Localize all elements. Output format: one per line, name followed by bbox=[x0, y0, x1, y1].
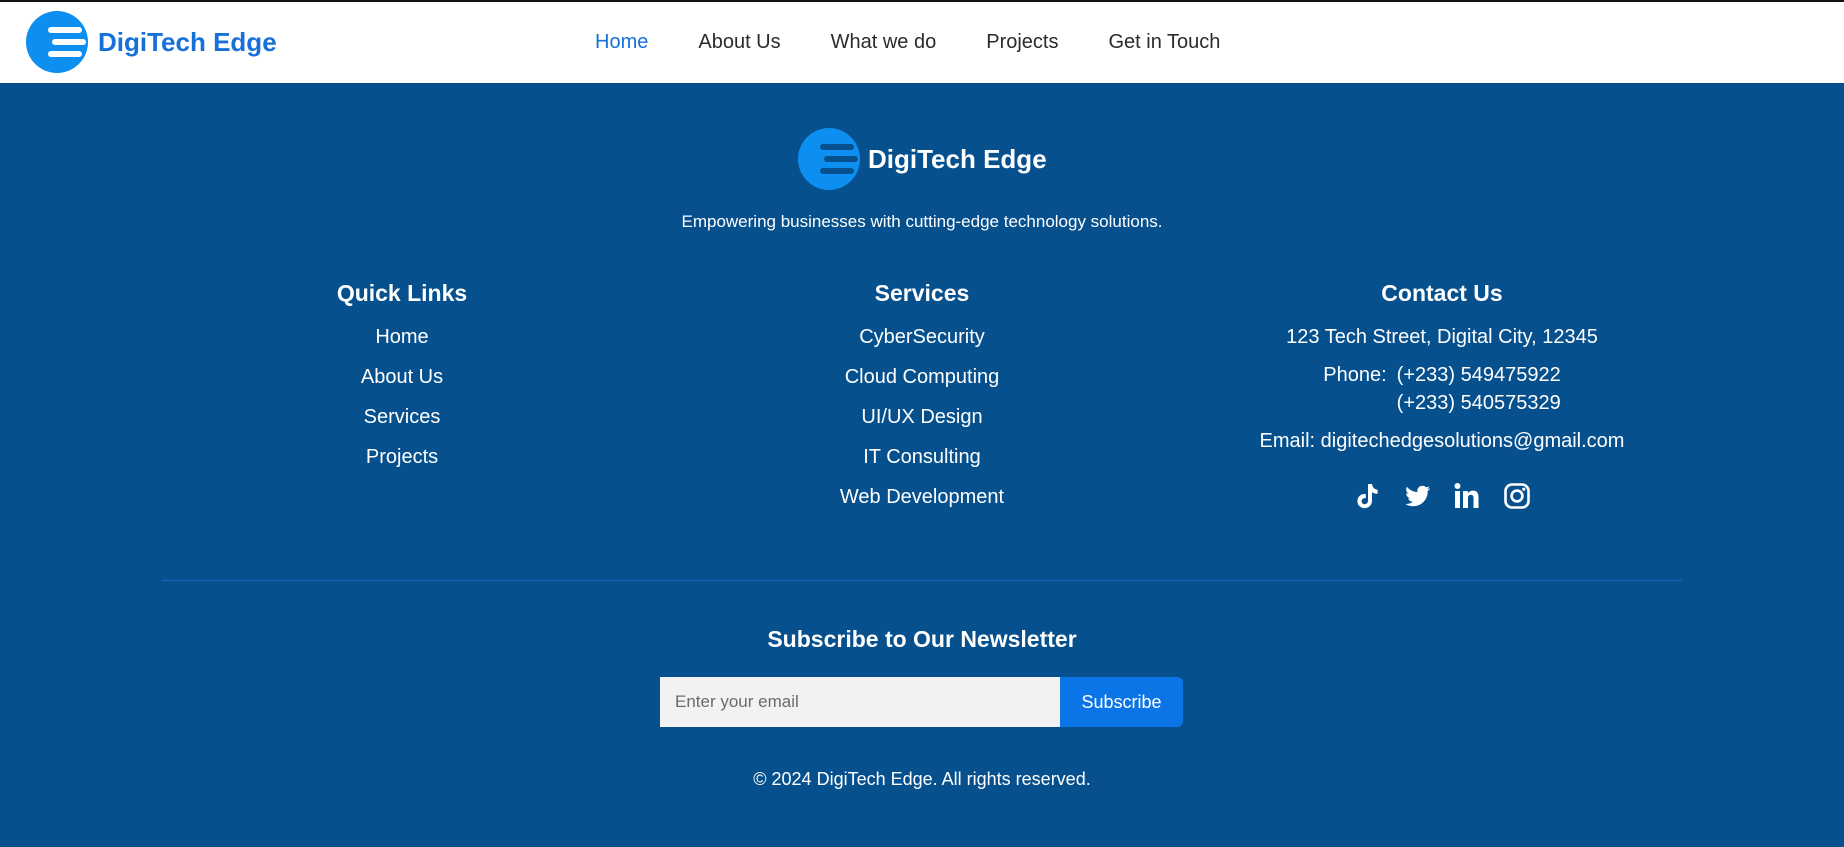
service-cybersecurity[interactable]: CyberSecurity bbox=[712, 325, 1132, 349]
footer-link-about-us[interactable]: About Us bbox=[192, 365, 612, 389]
footer: DigiTech Edge Empowering businesses with… bbox=[0, 83, 1844, 847]
newsletter-form: Subscribe bbox=[660, 677, 1183, 727]
twitter-icon bbox=[1405, 485, 1431, 507]
linkedin-link[interactable] bbox=[1452, 481, 1482, 511]
copyright: © 2024 DigiTech Edge. All rights reserve… bbox=[753, 769, 1091, 789]
linkedin-icon bbox=[1454, 483, 1479, 508]
service-it-consulting[interactable]: IT Consulting bbox=[712, 445, 1132, 469]
twitter-link[interactable] bbox=[1402, 481, 1432, 511]
footer-link-services[interactable]: Services bbox=[192, 405, 612, 429]
social-links bbox=[1232, 481, 1652, 511]
nav-get-in-touch[interactable]: Get in Touch bbox=[1108, 31, 1220, 54]
phone-numbers: (+233) 549475922 (+233) 540575329 bbox=[1397, 363, 1561, 415]
nav-projects[interactable]: Projects bbox=[986, 31, 1058, 54]
quick-links-column: Quick Links Home About Us Services Proje… bbox=[192, 279, 612, 485]
phone-label: Phone: bbox=[1323, 364, 1387, 386]
contact-column: Contact Us 123 Tech Street, Digital City… bbox=[1232, 279, 1652, 511]
service-ui-ux-design[interactable]: UI/UX Design bbox=[712, 405, 1132, 429]
brand-logo-link[interactable]: DigiTech Edge bbox=[26, 11, 277, 73]
subscribe-button[interactable]: Subscribe bbox=[1060, 677, 1183, 727]
footer-tagline: Empowering businesses with cutting-edge … bbox=[681, 212, 1163, 231]
nav-about-us[interactable]: About Us bbox=[698, 31, 780, 54]
instagram-icon bbox=[1504, 483, 1530, 509]
nav-home[interactable]: Home bbox=[595, 31, 648, 54]
service-cloud-computing[interactable]: Cloud Computing bbox=[712, 365, 1132, 389]
footer-divider bbox=[162, 580, 1682, 581]
footer-link-projects[interactable]: Projects bbox=[192, 445, 612, 469]
quick-links-heading: Quick Links bbox=[336, 280, 468, 306]
tiktok-icon bbox=[1357, 484, 1378, 509]
contact-email: Email: digitechedgesolutions@gmail.com bbox=[1259, 430, 1625, 452]
footer-brand-name: DigiTech Edge bbox=[868, 143, 1047, 174]
services-column: Services CyberSecurity Cloud Computing U… bbox=[712, 279, 1132, 525]
newsletter-email-input[interactable] bbox=[660, 677, 1060, 727]
services-heading: Services bbox=[874, 280, 970, 306]
footer-link-home[interactable]: Home bbox=[192, 325, 612, 349]
service-web-development[interactable]: Web Development bbox=[712, 485, 1132, 509]
footer-brand: DigiTech Edge bbox=[798, 128, 1047, 190]
newsletter-heading: Subscribe to Our Newsletter bbox=[767, 626, 1077, 652]
logo-icon bbox=[26, 11, 88, 73]
navbar: DigiTech Edge Home About Us What we do P… bbox=[0, 2, 1844, 83]
instagram-link[interactable] bbox=[1502, 481, 1532, 511]
brand-name: DigiTech Edge bbox=[98, 26, 277, 57]
contact-address: 123 Tech Street, Digital City, 12345 bbox=[1286, 326, 1598, 348]
contact-phone: Phone: (+233) 549475922 (+233) 540575329 bbox=[1232, 363, 1652, 415]
phone-number-2: (+233) 540575329 bbox=[1396, 392, 1561, 414]
nav-what-we-do[interactable]: What we do bbox=[831, 31, 937, 54]
contact-heading: Contact Us bbox=[1381, 280, 1503, 306]
main-nav: Home About Us What we do Projects Get in… bbox=[595, 2, 1270, 83]
phone-number-1: (+233) 549475922 bbox=[1396, 364, 1561, 386]
tiktok-link[interactable] bbox=[1352, 481, 1382, 511]
footer-logo-icon bbox=[798, 128, 860, 190]
